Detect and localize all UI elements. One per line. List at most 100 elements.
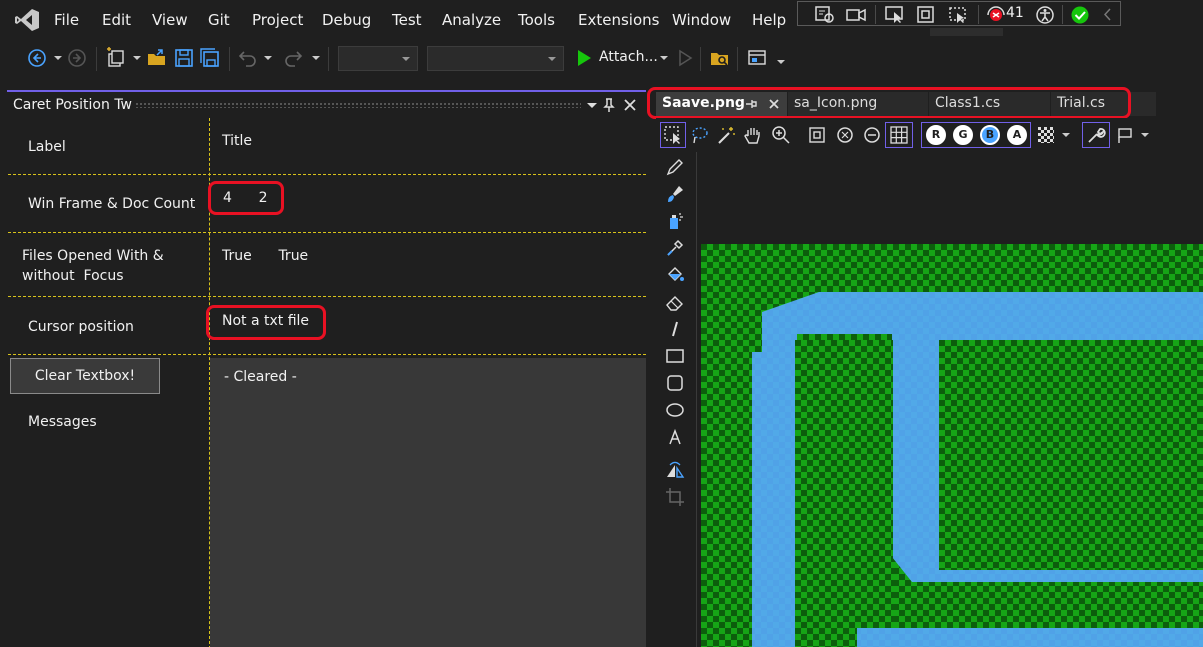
- rotate-flip-icon[interactable]: [664, 459, 686, 481]
- find-in-files-icon[interactable]: [709, 47, 731, 69]
- menu-project[interactable]: Project: [252, 11, 303, 29]
- diagnostics-icon[interactable]: [814, 5, 836, 24]
- close-icon[interactable]: [621, 96, 639, 114]
- image-blue-bottom-band: [857, 628, 1203, 647]
- accessibility-icon[interactable]: [1034, 5, 1056, 24]
- blue-channel-button[interactable]: B: [980, 125, 1000, 145]
- save-all-icon[interactable]: [199, 47, 221, 69]
- rectangle-select-icon[interactable]: [662, 124, 684, 146]
- crop-icon[interactable]: [664, 486, 686, 508]
- image-inner-green-right: [939, 340, 1203, 570]
- bug-icon[interactable]: [985, 5, 1007, 24]
- menu-bar: File Edit View Git Project Debug Test An…: [0, 0, 1203, 40]
- toolbar-separator: [328, 47, 329, 71]
- tool-window-drag-grip[interactable]: [135, 102, 581, 108]
- toolbar-separator: [737, 47, 738, 71]
- navigate-back-icon[interactable]: [26, 47, 48, 69]
- menu-extensions[interactable]: Extensions: [578, 11, 659, 29]
- menu-window[interactable]: Window: [672, 11, 731, 29]
- green-channel-button[interactable]: G: [953, 125, 973, 145]
- attach-button[interactable]: Attach...: [599, 49, 658, 65]
- standard-toolbar: Attach...: [0, 40, 1203, 78]
- grid-row-divider: [8, 174, 646, 175]
- chevron-down-icon[interactable]: [264, 56, 272, 60]
- window-position-icon[interactable]: [583, 96, 601, 114]
- zoom-out-icon[interactable]: [861, 124, 883, 146]
- image-editor-toolbar: R G B A: [656, 118, 1203, 152]
- visual-studio-logo-icon[interactable]: [14, 8, 40, 32]
- chevron-down-icon[interactable]: [777, 60, 785, 64]
- line-tool-icon[interactable]: [664, 318, 686, 340]
- new-project-icon[interactable]: [105, 47, 127, 69]
- ellipse-tool-icon[interactable]: [664, 399, 686, 421]
- pointer-icon[interactable]: [884, 5, 906, 24]
- collapse-icon[interactable]: [1098, 5, 1120, 24]
- pin-icon[interactable]: [600, 96, 618, 114]
- clear-textbox-button[interactable]: Clear Textbox!: [10, 358, 160, 394]
- pencil-icon[interactable]: [664, 156, 686, 178]
- toolbar-separator: [96, 47, 97, 71]
- wrench-icon[interactable]: [1085, 124, 1107, 146]
- zoom-icon[interactable]: [770, 124, 792, 146]
- start-icon[interactable]: [573, 47, 595, 69]
- image-inner-green-left: [795, 340, 893, 647]
- lasso-select-icon[interactable]: [689, 124, 711, 146]
- messages-textbox[interactable]: [210, 358, 646, 647]
- eraser-icon[interactable]: [664, 291, 686, 313]
- chevron-down-icon[interactable]: [1141, 133, 1149, 137]
- redo-icon[interactable]: [282, 47, 304, 69]
- tool-window-grid: Label Title Win Frame & Doc Count 4 2 Fi…: [8, 118, 646, 647]
- label-row-value: Title: [222, 133, 253, 149]
- fill-bucket-icon[interactable]: [664, 264, 686, 286]
- menu-tools[interactable]: Tools: [518, 11, 555, 29]
- image-canvas[interactable]: [696, 152, 1203, 647]
- magic-wand-icon[interactable]: [715, 124, 737, 146]
- eyedropper-icon[interactable]: [664, 237, 686, 259]
- menu-view[interactable]: View: [152, 11, 188, 29]
- save-icon[interactable]: [173, 47, 195, 69]
- undo-icon[interactable]: [237, 47, 259, 69]
- chevron-down-icon[interactable]: [660, 56, 668, 60]
- chevron-down-icon[interactable]: [133, 56, 141, 60]
- menu-edit[interactable]: Edit: [102, 11, 131, 29]
- navigate-forward-icon[interactable]: [66, 47, 88, 69]
- open-folder-icon[interactable]: [146, 47, 168, 69]
- chevron-down-icon: [402, 57, 410, 61]
- region-select-icon[interactable]: [947, 5, 969, 24]
- rounded-rectangle-tool-icon[interactable]: [664, 372, 686, 394]
- record-icon[interactable]: [845, 5, 867, 24]
- issue-count: 41: [1006, 5, 1024, 21]
- menu-test[interactable]: Test: [392, 11, 422, 29]
- menu-help[interactable]: Help: [752, 11, 786, 29]
- menu-git[interactable]: Git: [208, 11, 230, 29]
- actual-size-icon[interactable]: [806, 124, 828, 146]
- zoom-to-fit-icon[interactable]: [834, 124, 856, 146]
- transparency-checker-icon[interactable]: [1035, 124, 1057, 146]
- pan-hand-icon[interactable]: [742, 124, 764, 146]
- rectangle-tool-icon[interactable]: [664, 345, 686, 367]
- pixel-grid-icon[interactable]: [888, 124, 910, 146]
- solution-platform-combo[interactable]: [427, 46, 564, 71]
- brush-icon[interactable]: [664, 183, 686, 205]
- text-tool-icon[interactable]: [664, 426, 686, 448]
- frame-icon[interactable]: [915, 5, 937, 24]
- menu-file[interactable]: File: [54, 11, 79, 29]
- menu-debug[interactable]: Debug: [322, 11, 371, 29]
- toolbar-separator: [700, 47, 701, 71]
- alpha-channel-button[interactable]: A: [1007, 125, 1027, 145]
- solution-config-combo[interactable]: [338, 46, 418, 71]
- grid-row-divider: [8, 232, 646, 233]
- highlight-document-tabs: [647, 87, 1131, 119]
- check-icon[interactable]: [1069, 5, 1091, 24]
- chevron-down-icon[interactable]: [312, 56, 320, 60]
- chevron-down-icon[interactable]: [1062, 133, 1070, 137]
- start-without-debugging-icon[interactable]: [674, 47, 696, 69]
- airbrush-icon[interactable]: [664, 210, 686, 232]
- advanced-tools-icon[interactable]: [1114, 124, 1136, 146]
- label-row-label: Label: [28, 139, 66, 155]
- menu-analyze[interactable]: Analyze: [442, 11, 501, 29]
- window-layout-icon[interactable]: [746, 47, 768, 69]
- red-channel-button[interactable]: R: [926, 125, 946, 145]
- messages-label: Messages: [28, 414, 97, 430]
- chevron-down-icon[interactable]: [54, 56, 62, 60]
